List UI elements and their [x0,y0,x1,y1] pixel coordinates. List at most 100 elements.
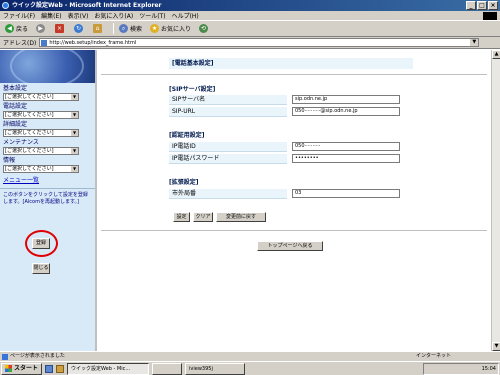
set-button[interactable]: 設定 [173,212,190,222]
area-code-label: 市外局番 [169,189,287,199]
toolbar-separator [113,23,115,34]
nav-select-value: [ご選択してください] [5,112,54,118]
system-tray: 15:04 [423,363,499,375]
address-input[interactable]: http://web.setup/index_frame.html ▼ [39,38,480,47]
ip-phone-id-label: IP電話ID [169,142,287,152]
nav-select-basic[interactable]: [ご選択してください] ▼ [3,93,79,101]
close-button[interactable]: 閉じる [32,263,50,274]
sip-url-input[interactable]: 050··········@sip.odn.ne.jp [292,107,400,116]
sip-section-title: [SIPサーバ設定] [169,86,216,93]
main-frame: [電話基本設定] [SIPサーバ設定] SIPサーバ名 sip.odn.ne.j… [99,50,491,351]
sip-server-row: SIPサーバ名 sip.odn.ne.jp [169,95,400,105]
menu-file[interactable]: ファイル(F) [3,11,35,20]
chevron-down-icon: ▼ [71,94,78,100]
history-icon: ⟲ [199,24,209,33]
area-code-input[interactable]: 03 [292,189,400,198]
quicklaunch-desktop-icon[interactable] [56,364,65,373]
header-rule [101,74,487,75]
nav-group-phone: 電話設定 [ご選択してください] ▼ [0,103,95,119]
scroll-down-icon[interactable]: ▼ [492,342,500,351]
left-frame: 基本設定 [ご選択してください] ▼ 電話設定 [ご選択してください] ▼ 詳細… [0,50,97,351]
maximize-button[interactable]: □ [477,1,487,10]
history-button[interactable]: ⟲ [197,22,212,35]
home-icon: ⌂ [93,24,103,33]
register-button[interactable]: 登録 [32,238,50,249]
menu-tools[interactable]: ツール(T) [139,11,165,20]
favorites-button[interactable]: ★ お気に入り [148,22,193,35]
nav-select-info[interactable]: [ご選択してください] ▼ [3,165,79,173]
windows-flag-icon [5,365,12,372]
menu-bar: ファイル(F) 編集(E) 表示(V) お気に入り(A) ツール(T) ヘルプ(… [0,11,500,21]
window-titlebar: ウイック設定Web - Microsoft Internet Explorer … [0,0,500,11]
sip-url-row: SIP-URL 050··········@sip.odn.ne.jp [169,107,400,117]
nav-group-detail: 詳細設定 [ご選択してください] ▼ [0,121,95,137]
quicklaunch-ie-icon[interactable] [45,364,54,373]
task-browser[interactable]: ウイック設定Web - Mic... [67,362,150,375]
menu-list-link[interactable]: メニュー一覧 [0,175,95,184]
chevron-down-icon: ▼ [71,130,78,136]
nav-label-detail: 詳細設定 [3,121,28,128]
ip-phone-id-input[interactable]: 050·········· [292,142,400,151]
task-iview[interactable]: iview395j [185,362,246,375]
ie-icon [2,2,9,9]
stop-icon: × [55,24,65,33]
search-button[interactable]: ⌕ 検索 [117,22,144,35]
nav-group-maintenance: メンテナンス [ご選択してください] ▼ [0,139,95,155]
taskbar: スタート ウイック設定Web - Mic... iview395j 15:04 [0,361,500,375]
clear-button[interactable]: クリア [193,212,213,222]
page-done-icon [2,354,8,360]
menu-favorites[interactable]: お気に入り(A) [94,11,133,20]
clock: 15:04 [481,366,496,372]
ip-phone-id-row: IP電話ID 050·········· [169,142,400,152]
refresh-button[interactable]: ↻ [72,22,87,35]
window-title: ウイック設定Web - Microsoft Internet Explorer [12,2,162,9]
security-zone: インターネット [416,353,452,359]
sip-url-label: SIP-URL [169,107,287,117]
task-blank[interactable] [152,362,183,375]
nav-select-value: [ご選択してください] [5,94,54,100]
ip-phone-password-input[interactable]: •••••••• [292,154,400,163]
favorites-label: お気に入り [161,26,192,33]
address-dropdown-icon[interactable]: ▼ [470,39,479,46]
menu-view[interactable]: 表示(V) [68,11,89,20]
address-url: http://web.setup/index_frame.html [49,40,137,46]
revert-button[interactable]: 変更前に戻す [216,212,266,222]
top-page-button[interactable]: トップページへ戻る [257,241,323,251]
back-label: 戻る [16,26,29,33]
forward-button[interactable]: ▶ [34,22,49,35]
chevron-down-icon: ▼ [71,166,78,172]
nav-select-maintenance[interactable]: [ご選択してください] ▼ [3,147,79,155]
forward-arrow-icon: ▶ [36,24,46,33]
window-controls: _ □ × [466,1,498,10]
page-viewport: 基本設定 [ご選択してください] ▼ 電話設定 [ご選択してください] ▼ 詳細… [0,50,491,351]
close-window-button[interactable]: × [488,1,498,10]
nav-group-info: 情報 [ご選択してください] ▼ [0,157,95,173]
scroll-up-icon[interactable]: ▲ [492,50,500,59]
search-label: 検索 [130,26,143,33]
nav-select-detail[interactable]: [ご選択してください] ▼ [3,129,79,137]
nav-group-basic: 基本設定 [ご選択してください] ▼ [0,85,95,101]
favorites-star-icon: ★ [150,24,160,33]
back-button[interactable]: ◀ 戻る [3,22,30,35]
nav-label-basic: 基本設定 [3,85,28,92]
banner-image [0,50,95,83]
sip-server-input[interactable]: sip.odn.ne.jp [292,95,400,104]
nav-select-phone[interactable]: [ご選択してください] ▼ [3,111,79,119]
auth-section-title: [認証用設定] [169,132,205,139]
nav-select-value: [ご選択してください] [5,130,54,136]
status-text: ページが表示されました [10,353,65,359]
register-notice: このボタンをクリックして設定を登録します。[Alcomを再起動します。] [3,192,88,205]
menu-edit[interactable]: 編集(E) [41,11,61,20]
windows-logo-icon [483,12,497,20]
nav-select-value: [ご選択してください] [5,148,54,154]
back-arrow-icon: ◀ [5,24,14,33]
nav-select-value: [ご選択してください] [5,166,54,172]
stop-button[interactable]: × [53,22,68,35]
home-button[interactable]: ⌂ [91,22,106,35]
vertical-scrollbar[interactable]: ▲ ▼ [491,50,500,351]
start-button[interactable]: スタート [1,362,43,375]
minimize-button[interactable]: _ [466,1,476,10]
local-section-title: [拡張設定] [169,179,199,186]
search-icon: ⌕ [119,24,129,33]
menu-help[interactable]: ヘルプ(H) [172,11,199,20]
